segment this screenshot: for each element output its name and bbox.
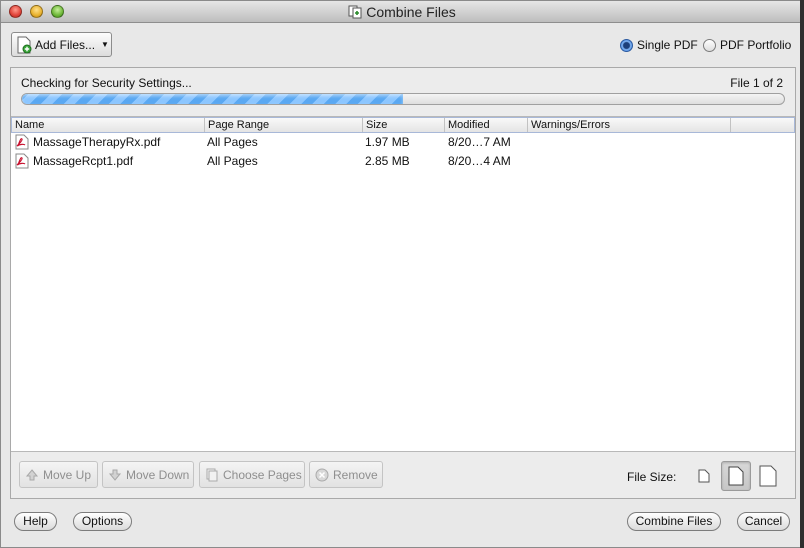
radio-unselected-icon (703, 38, 716, 52)
file-size: 1.97 MB (365, 135, 410, 149)
file-name: MassageTherapyRx.pdf (33, 135, 161, 149)
file-count: File 1 of 2 (730, 76, 783, 90)
file-name: MassageRcpt1.pdf (33, 154, 134, 168)
add-files-label: Add Files... (35, 37, 96, 52)
remove-icon (315, 468, 329, 481)
page-range: All Pages (207, 135, 258, 149)
pdf-portfolio-label: PDF Portfolio (720, 38, 792, 52)
default-file-size-option[interactable] (721, 461, 751, 491)
pages-icon (206, 468, 218, 481)
combine-files-icon (348, 5, 362, 19)
title-bar: Combine Files (1, 1, 803, 23)
remove-label: Remove (333, 467, 378, 482)
combine-files-window: Combine Files Add Files... ▼ Single PDF … (0, 0, 804, 548)
column-header-page-range[interactable]: Page Range (205, 118, 363, 132)
chevron-down-icon: ▼ (101, 40, 109, 49)
file-size: 2.85 MB (365, 154, 410, 168)
help-button[interactable]: Help (14, 512, 57, 531)
column-header-modified[interactable]: Modified (445, 118, 528, 132)
table-row[interactable]: MassageRcpt1.pdf All Pages 2.85 MB 8/20…… (11, 152, 795, 171)
move-down-label: Move Down (126, 467, 190, 482)
large-file-size-option[interactable] (753, 461, 783, 491)
arrow-down-icon (108, 469, 122, 481)
move-up-button[interactable]: Move Up (19, 461, 98, 488)
pdf-portfolio-radio[interactable]: PDF Portfolio (703, 38, 791, 52)
pdf-file-icon (15, 153, 29, 169)
small-file-icon (698, 469, 710, 483)
default-file-icon (728, 466, 744, 486)
cancel-button[interactable]: Cancel (737, 512, 790, 531)
small-file-size-option[interactable] (689, 461, 719, 491)
choose-pages-button[interactable]: Choose Pages (199, 461, 305, 488)
column-header-size[interactable]: Size (363, 118, 445, 132)
column-header-warnings[interactable]: Warnings/Errors (528, 118, 731, 132)
progress-fill (22, 94, 403, 104)
table-row[interactable]: MassageTherapyRx.pdf All Pages 1.97 MB 8… (11, 133, 795, 152)
status-message: Checking for Security Settings... (21, 76, 192, 90)
page-range: All Pages (207, 154, 258, 168)
arrow-up-icon (25, 468, 39, 480)
choose-pages-label: Choose Pages (223, 467, 302, 482)
window-title-container: Combine Files (1, 4, 803, 20)
single-pdf-label: Single PDF (637, 38, 698, 52)
options-button[interactable]: Options (73, 512, 132, 531)
column-header-name[interactable]: Name (12, 118, 205, 132)
add-files-button[interactable]: Add Files... ▼ (11, 32, 112, 57)
window-title: Combine Files (366, 4, 456, 20)
combine-files-button[interactable]: Combine Files (627, 512, 721, 531)
files-panel: Checking for Security Settings... File 1… (10, 67, 796, 499)
single-pdf-radio[interactable]: Single PDF (620, 38, 698, 52)
file-size-label: File Size: (627, 470, 677, 484)
radio-selected-icon (620, 38, 633, 52)
large-file-icon (759, 465, 777, 487)
file-modified: 8/20…4 AM (448, 154, 511, 168)
pdf-file-icon (15, 134, 29, 150)
files-table: Name Page Range Size Modified Warnings/E… (11, 116, 795, 452)
move-up-label: Move Up (43, 467, 92, 482)
move-down-button[interactable]: Move Down (102, 461, 194, 488)
background-desktop-edge (800, 0, 804, 548)
table-header: Name Page Range Size Modified Warnings/E… (11, 117, 795, 133)
file-modified: 8/20…7 AM (448, 135, 511, 149)
progress-bar (21, 93, 785, 105)
remove-button[interactable]: Remove (309, 461, 383, 488)
add-document-icon (17, 36, 32, 53)
